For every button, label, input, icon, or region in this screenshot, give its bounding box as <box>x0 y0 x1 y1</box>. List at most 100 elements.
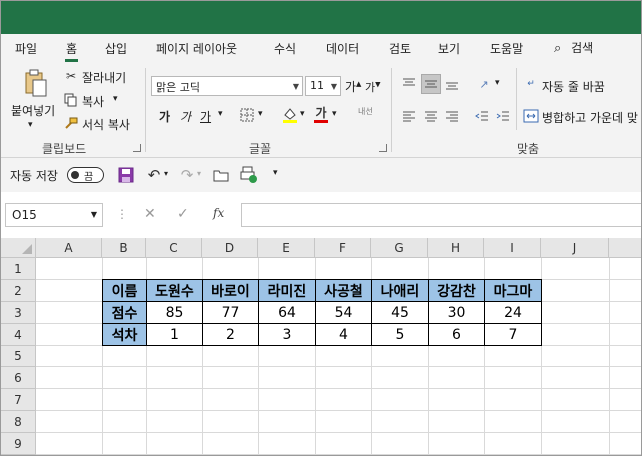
align-right-icon[interactable] <box>444 108 460 124</box>
decrease-indent-icon[interactable] <box>474 108 490 124</box>
table-cell[interactable]: 24 <box>484 301 542 324</box>
table-cell[interactable]: 77 <box>202 301 259 324</box>
paste-button[interactable]: 붙여넣기 <box>11 102 55 119</box>
table-cell[interactable]: 85 <box>146 301 203 324</box>
row-header[interactable]: 7 <box>1 389 36 411</box>
print-preview-icon[interactable] <box>239 165 259 185</box>
copy-icon[interactable] <box>63 92 79 108</box>
tab-formulas[interactable]: 수식 <box>274 40 296 57</box>
table-cell[interactable]: 64 <box>258 301 316 324</box>
column-header[interactable]: C <box>146 238 202 258</box>
font-color-icon[interactable]: 가 <box>313 106 329 124</box>
tab-home[interactable]: 홈 <box>64 40 79 62</box>
name-box[interactable]: O15 ▼ <box>5 203 103 227</box>
tab-page-layout[interactable]: 페이지 레이아웃 <box>156 40 237 57</box>
row-header[interactable]: 6 <box>1 367 36 389</box>
row-header[interactable]: 4 <box>1 324 36 346</box>
align-left-icon[interactable] <box>401 108 417 124</box>
grow-font-button[interactable]: 가▲ <box>345 78 361 95</box>
underline-dropdown-icon[interactable]: ▾ <box>218 109 223 119</box>
font-color-dropdown-icon[interactable]: ▾ <box>332 109 337 119</box>
fill-dropdown-icon[interactable]: ▾ <box>300 109 305 119</box>
font-name-combo[interactable]: 맑은 고딕 ▼ <box>151 76 303 96</box>
confirm-entry-icon[interactable]: ✓ <box>177 206 189 222</box>
tab-review[interactable]: 검토 <box>389 40 411 57</box>
table-cell-header[interactable]: 강감찬 <box>428 279 485 302</box>
cut-button[interactable]: 잘라내기 <box>82 69 126 86</box>
column-header[interactable]: E <box>258 238 315 258</box>
border-dropdown-icon[interactable]: ▾ <box>258 109 263 119</box>
table-cell-header[interactable]: 이름 <box>102 279 147 302</box>
align-middle-icon[interactable] <box>421 74 441 94</box>
clipboard-launcher-icon[interactable] <box>133 144 141 152</box>
table-cell-header[interactable]: 도원수 <box>146 279 203 302</box>
chevron-down-icon[interactable]: ▼ <box>91 210 97 219</box>
table-cell[interactable]: 5 <box>371 323 429 346</box>
align-bottom-icon[interactable] <box>444 76 460 92</box>
merge-center-button[interactable]: 병합하고 가운데 맞 <box>542 109 638 126</box>
customize-qat-icon[interactable]: ▾ <box>273 168 278 178</box>
chevron-down-icon[interactable]: ▼ <box>293 82 299 91</box>
copy-dropdown-icon[interactable]: ▾ <box>113 94 118 104</box>
redo-dropdown-icon[interactable]: ▾ <box>197 169 201 178</box>
row-header[interactable]: 9 <box>1 433 36 455</box>
underline-button[interactable]: 가 <box>200 108 211 125</box>
table-cell-header[interactable]: 사공철 <box>315 279 372 302</box>
redo-icon[interactable]: ↷ <box>178 166 196 184</box>
align-center-icon[interactable] <box>423 108 439 124</box>
column-header[interactable]: D <box>202 238 258 258</box>
table-cell-header[interactable]: 나애리 <box>371 279 429 302</box>
font-launcher-icon[interactable] <box>379 144 387 152</box>
row-header[interactable]: 8 <box>1 411 36 433</box>
select-all-button[interactable] <box>1 238 36 258</box>
bold-button[interactable]: 가 <box>159 108 170 125</box>
orientation-icon[interactable]: ↗ <box>475 76 493 92</box>
table-cell-header[interactable]: 마그마 <box>484 279 542 302</box>
table-cell[interactable]: 6 <box>428 323 485 346</box>
column-header[interactable]: G <box>371 238 428 258</box>
column-header[interactable]: B <box>102 238 146 258</box>
table-cell[interactable]: 4 <box>315 323 372 346</box>
fill-color-icon[interactable] <box>282 106 298 124</box>
table-cell[interactable]: 7 <box>484 323 542 346</box>
format-painter-icon[interactable] <box>63 115 79 131</box>
increase-indent-icon[interactable] <box>495 108 511 124</box>
table-cell-header[interactable]: 라미진 <box>258 279 316 302</box>
copy-button[interactable]: 복사 <box>82 93 104 110</box>
table-cell[interactable]: 30 <box>428 301 485 324</box>
tab-view[interactable]: 보기 <box>438 40 460 57</box>
tab-insert[interactable]: 삽입 <box>105 40 127 57</box>
orientation-dropdown-icon[interactable]: ▾ <box>495 78 500 88</box>
row-header[interactable]: 1 <box>1 258 36 280</box>
italic-button[interactable]: 가 <box>180 108 191 125</box>
autosave-toggle[interactable]: 끔 <box>67 167 104 183</box>
paste-icon[interactable] <box>23 68 49 98</box>
font-size-combo[interactable]: 11 ▼ <box>305 76 341 96</box>
merge-center-icon[interactable] <box>522 107 540 125</box>
tab-data[interactable]: 데이터 <box>326 40 359 57</box>
table-cell-header[interactable]: 석차 <box>102 323 147 346</box>
table-cell-header[interactable]: 점수 <box>102 301 147 324</box>
chevron-down-icon[interactable]: ▼ <box>331 82 337 91</box>
formula-input[interactable] <box>241 203 641 227</box>
row-header[interactable]: 2 <box>1 280 36 302</box>
border-icon[interactable] <box>239 107 255 123</box>
align-top-icon[interactable] <box>401 76 417 92</box>
tab-search[interactable]: ⌕ 검색 <box>554 39 593 56</box>
table-cell[interactable]: 2 <box>202 323 259 346</box>
tab-help[interactable]: 도움말 <box>490 40 523 57</box>
insert-function-button[interactable]: fx <box>213 206 224 220</box>
table-cell[interactable]: 45 <box>371 301 429 324</box>
table-cell-header[interactable]: 바로이 <box>202 279 259 302</box>
wrap-text-button[interactable]: 자동 줄 바꿈 <box>542 78 605 95</box>
row-header[interactable]: 5 <box>1 346 36 367</box>
paste-dropdown-icon[interactable]: ▾ <box>28 120 33 130</box>
open-folder-icon[interactable] <box>212 166 230 184</box>
column-header[interactable]: J <box>541 238 609 258</box>
shrink-font-button[interactable]: 가▼ <box>365 79 381 95</box>
undo-dropdown-icon[interactable]: ▾ <box>164 169 168 178</box>
column-header[interactable]: H <box>428 238 484 258</box>
row-header[interactable]: 3 <box>1 302 36 324</box>
column-header[interactable]: A <box>36 238 102 258</box>
undo-icon[interactable]: ↶ <box>145 166 163 184</box>
